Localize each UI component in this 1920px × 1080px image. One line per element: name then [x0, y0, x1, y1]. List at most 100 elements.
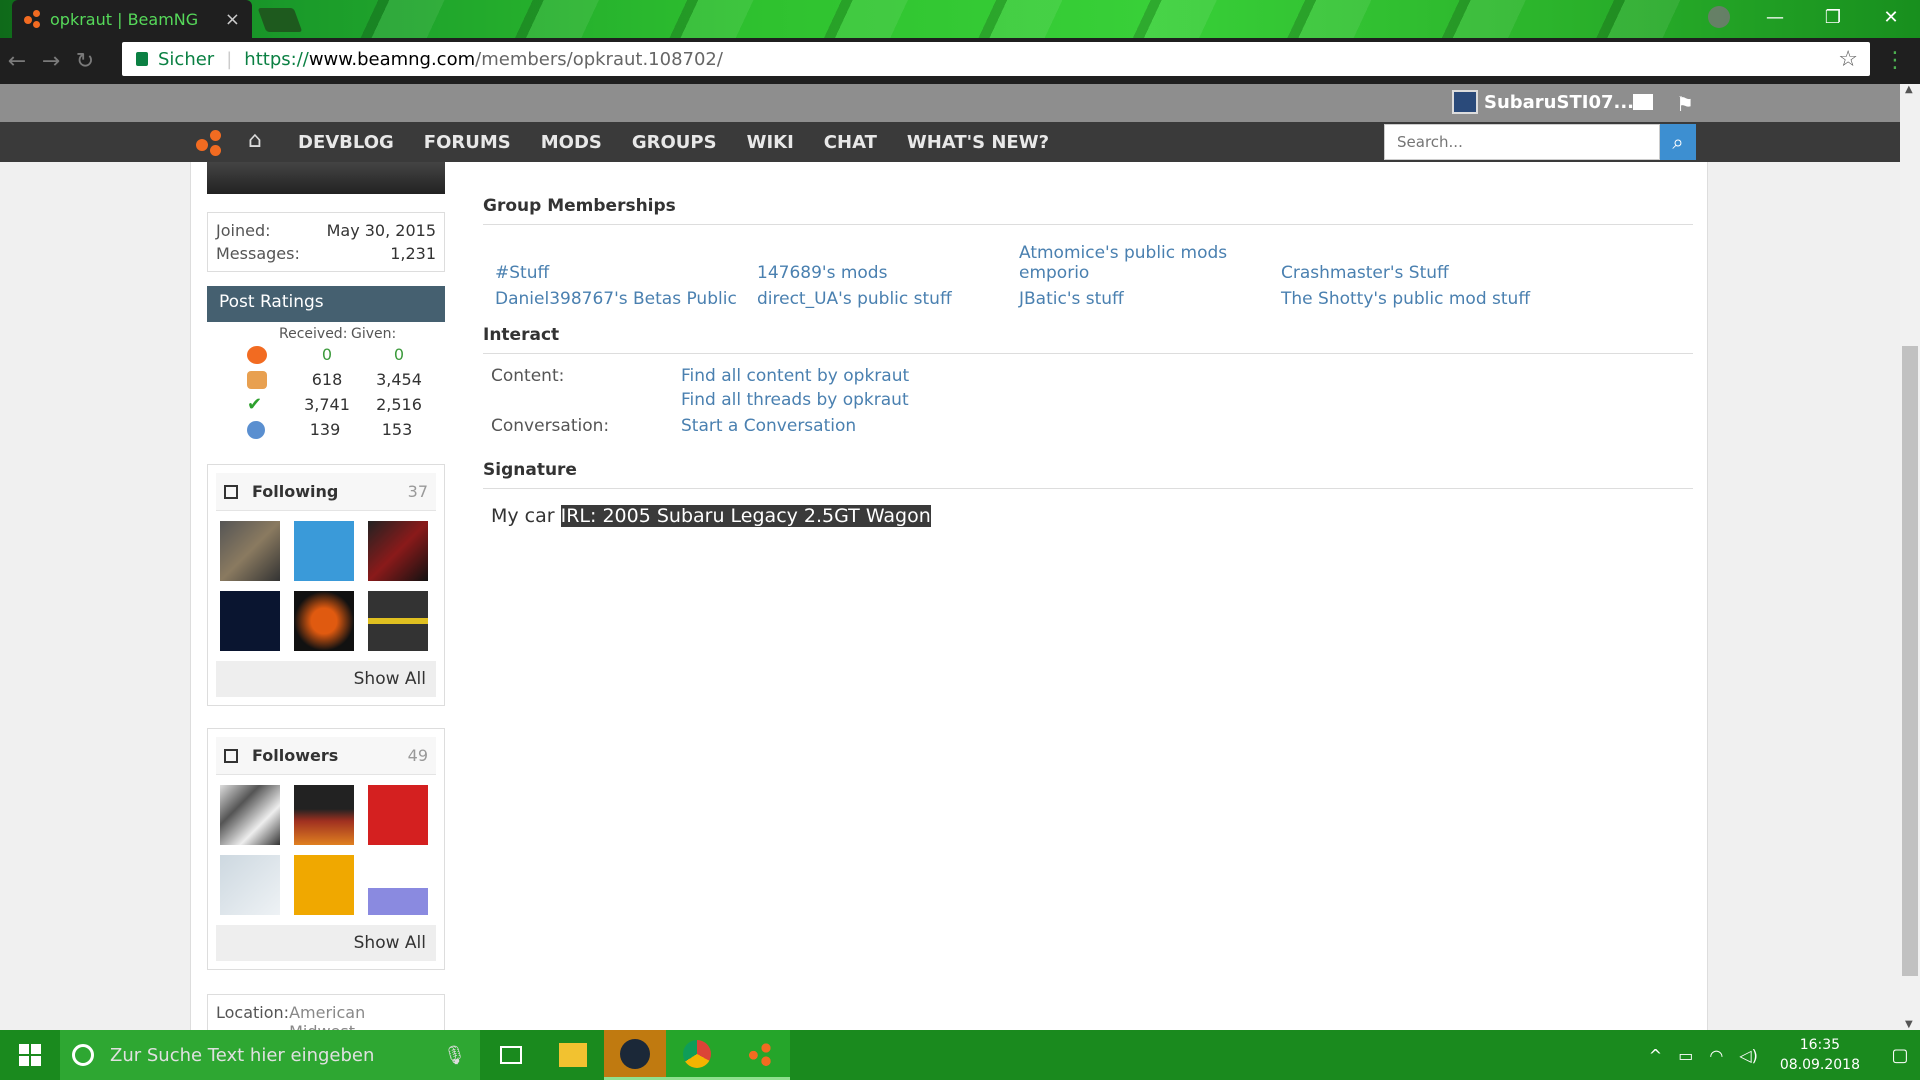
beamng-button[interactable]	[728, 1030, 790, 1080]
beamng-icon	[247, 345, 267, 364]
start-button[interactable]	[0, 1030, 60, 1080]
rating-received[interactable]: 618	[291, 370, 363, 389]
maximize-button[interactable]: ❐	[1804, 0, 1862, 34]
nav-chat[interactable]: CHAT	[824, 132, 877, 153]
group-link[interactable]: JBatic's stuff	[1019, 289, 1281, 309]
following-count: 37	[407, 482, 428, 501]
start-conversation-link[interactable]: Start a Conversation	[681, 416, 856, 436]
windows-taskbar: Zur Suche Text hier eingeben 🎙 ^ ▭ ◠ ◁) …	[0, 1030, 1920, 1080]
rating-given[interactable]: 3,454	[363, 370, 435, 389]
search-input[interactable]	[1384, 124, 1660, 160]
rating-received[interactable]: 139	[289, 420, 361, 439]
group-link[interactable]: 147689's mods	[757, 263, 1019, 283]
flag-icon[interactable]: ⚑	[1676, 92, 1694, 116]
volume-icon[interactable]: ◁)	[1739, 1046, 1758, 1065]
following-avatar[interactable]	[220, 591, 280, 651]
rating-given[interactable]: 153	[361, 420, 433, 439]
scroll-down-icon[interactable]: ▼	[1905, 1019, 1913, 1030]
secure-label: Sicher	[158, 48, 215, 70]
task-view-button[interactable]	[480, 1030, 542, 1080]
given-header: Given:	[351, 326, 397, 342]
followers-show-all-button[interactable]: Show All	[216, 925, 436, 961]
clock-date: 08.09.2018	[1779, 1057, 1860, 1073]
tray-chevron-icon[interactable]: ^	[1649, 1046, 1662, 1065]
tab-close-icon[interactable]: ×	[225, 9, 240, 30]
signature-prefix: My car	[491, 505, 555, 527]
steam-button[interactable]	[604, 1030, 666, 1080]
group-link[interactable]: Crashmaster's Stuff	[1281, 263, 1543, 283]
nav-wiki[interactable]: WIKI	[747, 132, 794, 153]
following-show-all-button[interactable]: Show All	[216, 661, 436, 697]
following-box: Following 37 Show All	[207, 464, 445, 706]
following-avatar[interactable]	[368, 521, 428, 581]
follower-avatar[interactable]	[294, 785, 354, 845]
clock[interactable]: 16:35 08.09.2018	[1780, 1035, 1860, 1075]
tab-title: opkraut | BeamNG	[50, 9, 199, 29]
nav-mods[interactable]: MODS	[541, 132, 602, 153]
scroll-up-icon[interactable]: ▲	[1905, 84, 1913, 95]
find-all-threads-link[interactable]: Find all threads by opkraut	[681, 390, 909, 410]
rating-given[interactable]: 0	[363, 345, 435, 364]
search-button[interactable]: ⌕	[1660, 124, 1696, 160]
url-separator: |	[226, 48, 233, 70]
nav-devblog[interactable]: DEVBLOG	[298, 132, 394, 153]
group-link[interactable]: #Stuff	[495, 263, 757, 283]
battery-icon[interactable]: ▭	[1678, 1046, 1693, 1065]
chrome-icon	[683, 1039, 711, 1068]
follower-avatar[interactable]	[368, 855, 428, 915]
site-navbar: ⌂ DEVBLOG FORUMS MODS GROUPS WIKI CHAT W…	[0, 122, 1900, 162]
envelope-icon[interactable]	[1633, 94, 1653, 110]
chrome-button[interactable]	[666, 1030, 728, 1080]
followers-header[interactable]: Followers 49	[216, 737, 436, 775]
group-link[interactable]: direct_UA's public stuff	[757, 289, 1019, 309]
rating-given[interactable]: 2,516	[363, 395, 435, 414]
following-avatar[interactable]	[368, 591, 428, 651]
page-scrollbar[interactable]: ▲ ▼	[1900, 84, 1920, 1030]
follower-avatar[interactable]	[220, 855, 280, 915]
home-icon[interactable]: ⌂	[248, 128, 262, 153]
group-link[interactable]: Daniel398767's Betas Public	[495, 289, 757, 309]
microphone-icon[interactable]: 🎙	[443, 1045, 466, 1066]
following-header[interactable]: Following 37	[216, 473, 436, 511]
followers-avatars	[216, 775, 436, 925]
nav-groups[interactable]: GROUPS	[632, 132, 717, 153]
member-stats-box: Joined: May 30, 2015 Messages: 1,231	[207, 212, 445, 272]
nav-whats-new[interactable]: WHAT'S NEW?	[907, 132, 1049, 153]
notification-icon[interactable]: ▢	[1880, 1045, 1920, 1066]
rating-received[interactable]: 0	[291, 345, 363, 364]
forward-arrow-icon[interactable]: →	[34, 49, 68, 74]
user-menu[interactable]: SubaruSTI07...	[1452, 90, 1634, 114]
find-all-content-link[interactable]: Find all content by opkraut	[681, 366, 909, 386]
beamng-logo-icon[interactable]	[196, 130, 228, 156]
nav-forums[interactable]: FORUMS	[424, 132, 511, 153]
file-explorer-button[interactable]	[542, 1030, 604, 1080]
minimize-button[interactable]: —	[1746, 0, 1804, 34]
group-link[interactable]: The Shotty's public mod stuff	[1281, 289, 1543, 309]
follower-avatar[interactable]	[220, 785, 280, 845]
reload-icon[interactable]: ↻	[68, 49, 102, 74]
follower-avatar[interactable]	[294, 855, 354, 915]
clock-time: 16:35	[1799, 1037, 1841, 1053]
following-avatar[interactable]	[294, 591, 354, 651]
taskbar-search[interactable]: Zur Suche Text hier eingeben 🎙	[60, 1030, 480, 1080]
follower-avatar[interactable]	[368, 785, 428, 845]
profile-icon[interactable]	[1708, 6, 1730, 28]
signature-highlight[interactable]: IRL: 2005 Subaru Legacy 2.5GT Wagon	[560, 505, 931, 527]
back-arrow-icon[interactable]: ←	[0, 49, 34, 74]
wifi-icon[interactable]: ◠	[1709, 1046, 1723, 1065]
interact-section: Content: Find all content by opkraut Fin…	[483, 354, 1693, 452]
bookmark-star-icon[interactable]: ☆	[1838, 47, 1858, 72]
browser-tab[interactable]: opkraut | BeamNG ×	[12, 0, 252, 38]
thumbs-up-icon	[247, 370, 267, 389]
browser-menu-icon[interactable]: ⋮	[1884, 48, 1906, 73]
url-field[interactable]: Sicher | https:// www.beamng.com /member…	[122, 42, 1870, 76]
rating-received[interactable]: 3,741	[291, 395, 363, 414]
scrollbar-thumb[interactable]	[1902, 346, 1918, 976]
group-link[interactable]: Atmomice's public mods emporio	[1019, 243, 1281, 283]
expand-icon	[224, 748, 238, 763]
following-avatar[interactable]	[294, 521, 354, 581]
following-avatar[interactable]	[220, 521, 280, 581]
joined-row: Joined: May 30, 2015	[208, 219, 444, 242]
messages-label: Messages:	[216, 244, 300, 263]
close-window-button[interactable]: ✕	[1862, 0, 1920, 34]
